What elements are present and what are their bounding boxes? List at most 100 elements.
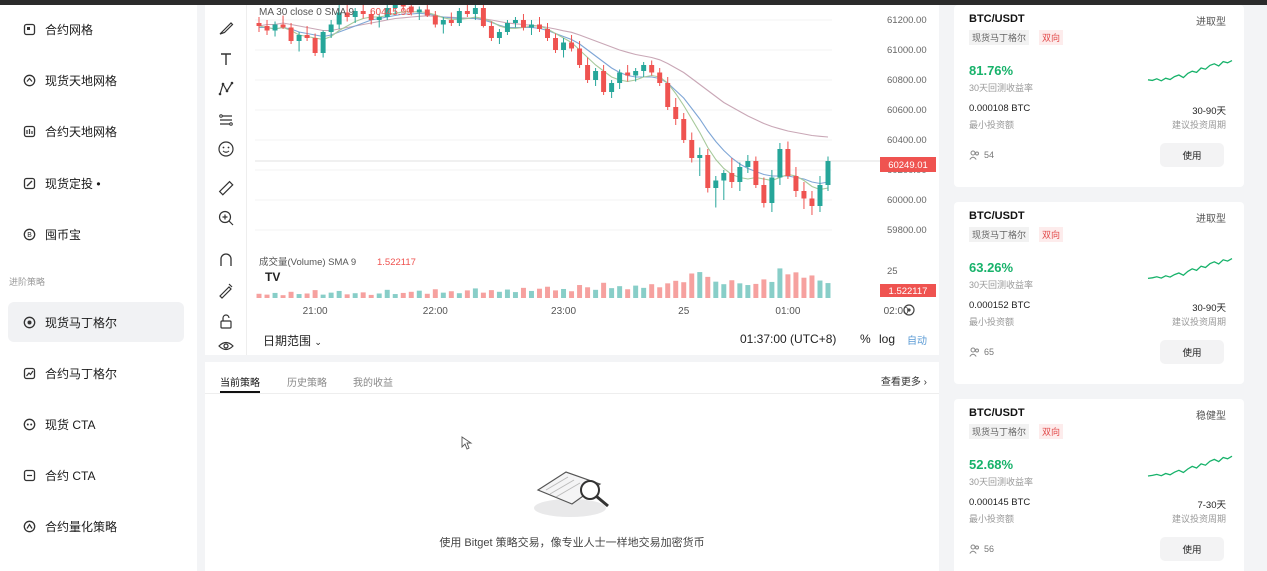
candle-body: [480, 8, 486, 26]
volume-bar: [681, 282, 687, 298]
text-tool-icon[interactable]: [215, 48, 237, 70]
candle-body: [745, 161, 751, 167]
candle-body: [785, 149, 791, 176]
see-more-link[interactable]: 查看更多 ›: [881, 373, 927, 388]
volume-bar: [721, 284, 727, 298]
sidebar-item-spot-martingale[interactable]: 现货马丁格尔: [8, 302, 184, 342]
sidebar-item-quant-strategy[interactable]: 合约量化策略: [8, 506, 184, 546]
tab-current-strategies[interactable]: 当前策略: [220, 374, 260, 389]
strategy-card[interactable]: BTC/USDT 进取型 现货马丁格尔 双向 81.76% 30天回测收益率 0.00010…: [954, 5, 1244, 187]
moving-average-line: [258, 11, 829, 191]
direction-tag: 双向: [1039, 30, 1064, 45]
volume-indicator-value: 1.522117: [377, 257, 416, 268]
sidebar-item-contract-grid[interactable]: 合约网格: [8, 9, 184, 49]
volume-bar: [737, 283, 743, 298]
volume-bar: [601, 282, 607, 298]
strategy-card[interactable]: BTC/USDT 进取型 现货马丁格尔 双向 63.26% 30天回测收益率 0.00015…: [954, 202, 1244, 384]
candle-body: [464, 11, 470, 14]
moving-average-line: [258, 15, 829, 138]
user-count-value: 65: [984, 347, 995, 357]
return-rate: 81.76%: [969, 63, 1014, 78]
candle-body: [625, 72, 631, 76]
candle-body: [528, 24, 534, 28]
contract-grid-icon: [22, 22, 36, 36]
ruler-tool-icon[interactable]: [215, 177, 237, 199]
candle-body: [657, 72, 663, 83]
eye-icon[interactable]: [215, 335, 237, 357]
volume-bar: [520, 287, 526, 298]
spot-dca-icon: [22, 176, 36, 190]
zoom-in-icon[interactable]: [215, 207, 237, 229]
volume-bar: [561, 288, 567, 298]
volume-indicator-label: 成交量(Volume) SMA 9: [259, 256, 356, 268]
utc-clock[interactable]: 01:37:00 (UTC+8): [740, 332, 836, 346]
volume-bar: [488, 290, 494, 298]
sidebar-item-contract-martingale[interactable]: 合约马丁格尔: [8, 353, 184, 393]
sidebar-section-advanced: 进阶策略: [9, 277, 46, 287]
use-strategy-button[interactable]: 使用: [1160, 143, 1224, 167]
brush-tool-icon[interactable]: [215, 17, 237, 39]
volume-bar: [617, 286, 623, 298]
lock-draw-icon[interactable]: [215, 279, 237, 301]
candle-body: [328, 24, 334, 32]
volume-bar: [400, 292, 406, 298]
volume-bar: [448, 291, 454, 298]
current-price-tag: 60249.01: [888, 160, 928, 171]
auto-scale-toggle[interactable]: 自动: [907, 332, 927, 347]
user-count-value: 56: [984, 544, 995, 554]
candle-body: [817, 185, 823, 206]
user-count: 56: [969, 544, 994, 554]
candle-body: [609, 83, 615, 92]
sidebar-item-contract-range-grid[interactable]: 合约天地网格: [8, 111, 184, 151]
empty-state-illustration: [534, 471, 609, 517]
percent-toggle[interactable]: %: [860, 332, 871, 346]
log-toggle[interactable]: log: [879, 332, 895, 346]
return-sparkline: [1147, 455, 1233, 477]
sidebar-item-coin-hoard[interactable]: B 囤币宝: [8, 214, 184, 254]
volume-bar: [753, 283, 759, 298]
candle-body: [665, 83, 671, 107]
volume-bar: [368, 294, 374, 298]
date-range-selector[interactable]: 日期范围 ⌄: [263, 332, 322, 349]
unlock-icon[interactable]: [215, 310, 237, 332]
candle-body: [729, 173, 735, 182]
tab-history-strategies[interactable]: 历史策略: [287, 374, 327, 389]
spot-range-grid-icon: [22, 73, 36, 87]
volume-bar: [817, 280, 823, 298]
return-rate-label: 30天回测收益率: [969, 280, 1034, 290]
volume-bar: [649, 284, 655, 298]
min-investment-label: 最小投资额: [969, 120, 1015, 130]
candle-body: [264, 26, 270, 31]
candle-body: [280, 24, 286, 28]
strategy-card[interactable]: BTC/USDT 稳健型 现货马丁格尔 双向 52.68% 30天回测收益率 0.00014…: [954, 399, 1244, 571]
fib-tool-icon[interactable]: [215, 109, 237, 131]
candle-body: [825, 161, 831, 185]
emoji-tool-icon[interactable]: [215, 138, 237, 160]
min-investment: 0.000108 BTC: [969, 103, 1031, 114]
price-tick-label: 61000.00: [887, 45, 927, 56]
tab-my-earnings[interactable]: 我的收益: [353, 374, 393, 389]
chart-footer: 日期范围 ⌄ 01:37:00 (UTC+8) % log 自动: [247, 327, 939, 355]
sidebar-item-spot-dca[interactable]: 现货定投 •: [8, 163, 184, 203]
volume-bar: [793, 272, 799, 298]
pattern-tool-icon[interactable]: [215, 78, 237, 100]
use-strategy-button[interactable]: 使用: [1160, 340, 1224, 364]
contract-cta-icon: [22, 468, 36, 482]
use-strategy-button[interactable]: 使用: [1160, 537, 1224, 561]
volume-bar: [328, 292, 334, 298]
strategy-list-panel: 当前策略 历史策略 我的收益 查看更多 › 使用 Bitget 策略交易，像专业…: [205, 362, 939, 571]
strategy-type-tag: 现货马丁格尔: [969, 30, 1030, 45]
volume-bar: [456, 293, 462, 298]
magnet-icon[interactable]: [215, 249, 237, 271]
time-tick-label: 23:00: [551, 306, 576, 317]
sidebar-item-label: 现货定投 •: [45, 176, 101, 191]
volume-bar: [416, 290, 422, 298]
candle-body: [689, 140, 695, 158]
sidebar-item-contract-cta[interactable]: 合约 CTA: [8, 455, 184, 495]
candlestick-chart[interactable]: 61200.00 61000.00 60800.00 60600.00 60400.00…: [247, 5, 939, 325]
current-volume-tag: 1.522117: [889, 286, 928, 297]
time-tick-label: 25: [678, 306, 690, 317]
sidebar-item-spot-cta[interactable]: 现货 CTA: [8, 404, 184, 444]
sidebar-item-spot-range-grid[interactable]: 现货天地网格: [8, 60, 184, 100]
contract-martingale-icon: [22, 366, 36, 380]
